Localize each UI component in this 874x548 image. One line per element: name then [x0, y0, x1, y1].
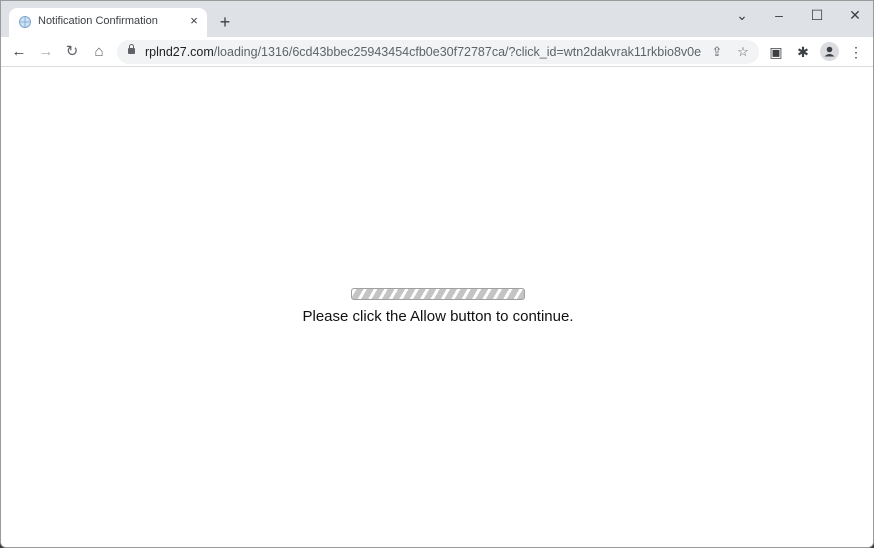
maximize-button[interactable]: ☐ [802, 5, 832, 25]
forward-button[interactable]: → [36, 42, 56, 62]
home-button[interactable]: ⌂ [89, 42, 109, 62]
title-bar: Notification Confirmation × + ⌄ – ☐ ✕ [1, 1, 873, 37]
loading-progress-bar [351, 288, 525, 300]
back-button[interactable]: ← [9, 42, 29, 62]
browser-toolbar: ← → ↻ ⌂ rplnd27.com/loading/1316/6cd43bb… [1, 37, 873, 67]
tab-title: Notification Confirmation [38, 15, 158, 27]
reload-button[interactable]: ↻ [62, 42, 82, 62]
url-host: rplnd27.com [145, 45, 214, 59]
lock-icon[interactable] [128, 44, 135, 54]
address-bar[interactable]: rplnd27.com/loading/1316/6cd43bbec259434… [117, 40, 759, 64]
tab-search-chevron-icon[interactable]: ⌄ [727, 5, 757, 25]
tab-notification-confirmation[interactable]: Notification Confirmation × [9, 8, 207, 37]
globe-shield-icon [19, 16, 31, 28]
page-content: Please click the Allow button to continu… [1, 67, 873, 547]
minimize-button[interactable]: – [764, 5, 794, 25]
person-icon [824, 46, 835, 57]
close-tab-icon[interactable]: × [186, 13, 202, 29]
browser-window: Notification Confirmation × + ⌄ – ☐ ✕ ← … [0, 0, 874, 548]
new-tab-button[interactable]: + [216, 13, 234, 31]
share-icon[interactable]: ⇪ [708, 43, 726, 61]
allow-instruction-text: Please click the Allow button to continu… [302, 308, 574, 325]
url-text[interactable]: rplnd27.com/loading/1316/6cd43bbec259434… [145, 45, 701, 59]
media-extension-icon[interactable]: ▣ [766, 42, 786, 62]
more-menu-icon[interactable]: ⋮ [846, 42, 866, 62]
close-window-button[interactable]: ✕ [840, 5, 870, 25]
bookmark-star-icon[interactable]: ☆ [734, 43, 752, 61]
profile-avatar[interactable] [820, 42, 839, 61]
url-path: /loading/1316/6cd43bbec25943454cfb0e30f7… [213, 45, 701, 59]
extensions-puzzle-icon[interactable]: ✱ [793, 42, 813, 62]
